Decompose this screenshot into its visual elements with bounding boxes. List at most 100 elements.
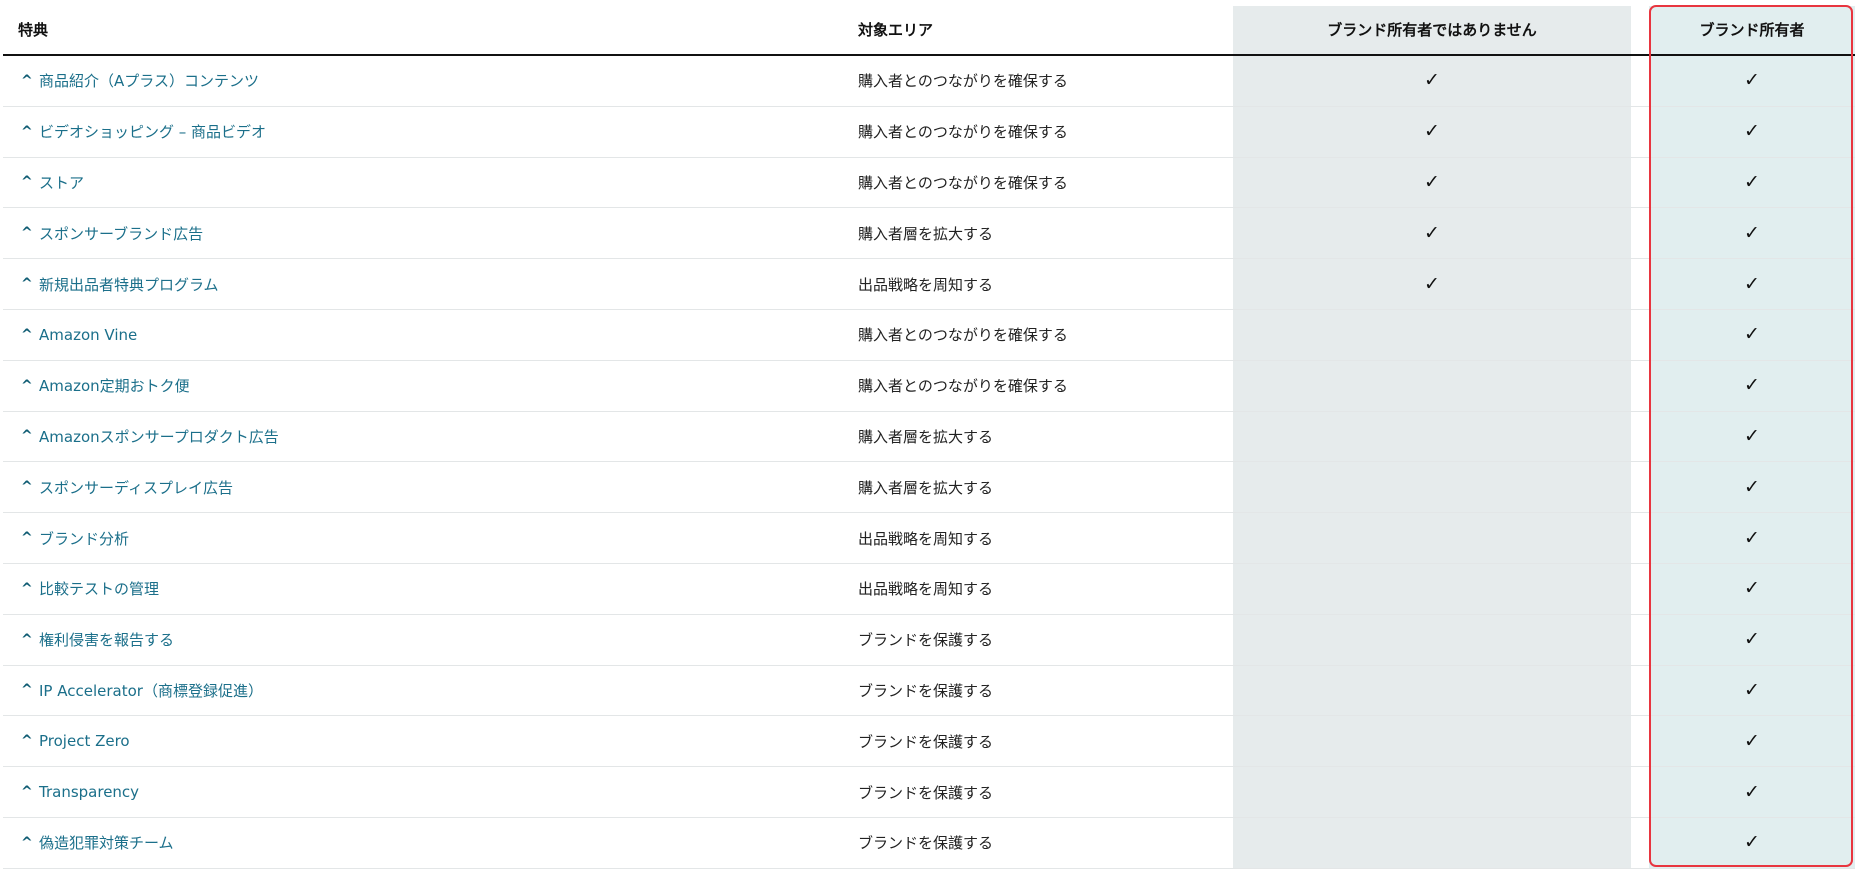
target-area: 出品戦略を周知する <box>858 529 994 548</box>
owner-cell: ✓ <box>1649 208 1855 258</box>
header-benefit: 特典 <box>18 21 49 39</box>
owner-cell: ✓ <box>1649 716 1855 766</box>
non-owner-cell <box>1233 564 1631 614</box>
benefit-label: Amazonスポンサープロダクト広告 <box>39 427 279 446</box>
target-area: ブランドを保護する <box>858 631 994 650</box>
caret-up-icon: ^ <box>21 377 33 394</box>
target-area: 購入者とのつながりを確保する <box>858 173 1068 192</box>
benefit-label: スポンサーブランド広告 <box>39 224 204 243</box>
benefit-expand-link[interactable]: ^ 比較テストの管理 <box>21 564 159 614</box>
table-row: ^ ストア 購入者とのつながりを確保する ✓ ✓ <box>3 158 1855 209</box>
non-owner-cell <box>1233 361 1631 411</box>
checkmark-icon: ✓ <box>1744 729 1760 752</box>
non-owner-cell <box>1233 513 1631 563</box>
checkmark-icon: ✓ <box>1744 831 1760 854</box>
checkmark-icon: ✓ <box>1744 628 1760 651</box>
owner-cell: ✓ <box>1649 158 1855 208</box>
benefit-expand-link[interactable]: ^ スポンサーブランド広告 <box>21 208 203 258</box>
owner-cell: ✓ <box>1649 818 1855 868</box>
caret-up-icon: ^ <box>21 276 33 293</box>
table-row: ^ 商品紹介（Aプラス）コンテンツ 購入者とのつながりを確保する ✓ ✓ <box>3 56 1855 107</box>
benefit-expand-link[interactable]: ^ Amazon Vine <box>21 310 137 360</box>
owner-cell: ✓ <box>1649 513 1855 563</box>
checkmark-icon: ✓ <box>1424 221 1440 244</box>
checkmark-icon: ✓ <box>1744 120 1760 143</box>
caret-up-icon: ^ <box>21 123 33 140</box>
checkmark-icon: ✓ <box>1744 475 1760 498</box>
benefit-label: Amazon Vine <box>39 325 138 344</box>
checkmark-icon: ✓ <box>1424 120 1440 143</box>
checkmark-icon: ✓ <box>1744 374 1760 397</box>
benefit-expand-link[interactable]: ^ Amazonスポンサープロダクト広告 <box>21 412 279 462</box>
table-row: ^ 偽造犯罪対策チーム ブランドを保護する ✓ <box>3 818 1855 869</box>
table-row: ^ Amazon Vine 購入者とのつながりを確保する ✓ <box>3 310 1855 361</box>
target-area: ブランドを保護する <box>858 834 994 853</box>
non-owner-cell <box>1233 462 1631 512</box>
owner-cell: ✓ <box>1649 615 1855 665</box>
caret-up-icon: ^ <box>21 733 33 750</box>
owner-cell: ✓ <box>1649 259 1855 309</box>
non-owner-cell <box>1233 818 1631 868</box>
caret-up-icon: ^ <box>21 326 33 343</box>
header-owner: ブランド所有者 <box>1699 21 1805 39</box>
benefit-expand-link[interactable]: ^ 商品紹介（Aプラス）コンテンツ <box>21 56 259 106</box>
caret-up-icon: ^ <box>21 479 33 496</box>
table-row: ^ スポンサーディスプレイ広告 購入者層を拡大する ✓ <box>3 462 1855 514</box>
owner-cell: ✓ <box>1649 412 1855 462</box>
checkmark-icon: ✓ <box>1744 780 1760 803</box>
non-owner-cell: ✓ <box>1233 208 1631 258</box>
target-area: ブランドを保護する <box>858 783 994 802</box>
benefit-expand-link[interactable]: ^ 新規出品者特典プログラム <box>21 259 219 309</box>
benefit-label: スポンサーディスプレイ広告 <box>39 478 233 497</box>
benefit-expand-link[interactable]: ^ 権利侵害を報告する <box>21 615 174 665</box>
target-area: 購入者とのつながりを確保する <box>858 326 1068 345</box>
checkmark-icon: ✓ <box>1424 170 1440 193</box>
benefit-label: ストア <box>39 173 85 192</box>
table-row: ^ Project Zero ブランドを保護する ✓ <box>3 716 1855 768</box>
benefit-expand-link[interactable]: ^ Amazon定期おトク便 <box>21 361 190 411</box>
caret-up-icon: ^ <box>21 631 33 648</box>
target-area: 購入者とのつながりを確保する <box>858 72 1068 91</box>
table-body: ^ 商品紹介（Aプラス）コンテンツ 購入者とのつながりを確保する ✓ ✓ ^ ビデオショッピ… <box>3 56 1855 869</box>
benefit-label: ブランド分析 <box>39 529 130 548</box>
benefit-expand-link[interactable]: ^ ビデオショッピング – 商品ビデオ <box>21 107 266 157</box>
checkmark-icon: ✓ <box>1744 577 1760 600</box>
benefit-expand-link[interactable]: ^ ブランド分析 <box>21 513 129 563</box>
header-non-owner: ブランド所有者ではありません <box>1327 21 1537 39</box>
benefit-expand-link[interactable]: ^ Transparency <box>21 767 139 817</box>
benefit-expand-link[interactable]: ^ IP Accelerator（商標登録促進） <box>21 666 263 716</box>
non-owner-cell: ✓ <box>1233 56 1631 106</box>
owner-cell: ✓ <box>1649 564 1855 614</box>
checkmark-icon: ✓ <box>1744 323 1760 346</box>
owner-cell: ✓ <box>1649 462 1855 512</box>
non-owner-cell <box>1233 767 1631 817</box>
target-area: 出品戦略を周知する <box>858 275 994 294</box>
benefit-expand-link[interactable]: ^ スポンサーディスプレイ広告 <box>21 462 233 512</box>
checkmark-icon: ✓ <box>1744 69 1760 92</box>
benefit-expand-link[interactable]: ^ ストア <box>21 158 84 208</box>
benefit-label: ビデオショッピング – 商品ビデオ <box>39 123 267 142</box>
non-owner-cell <box>1233 412 1631 462</box>
benefit-expand-link[interactable]: ^ 偽造犯罪対策チーム <box>21 818 174 868</box>
caret-up-icon: ^ <box>21 428 33 445</box>
caret-up-icon: ^ <box>21 784 33 801</box>
benefit-expand-link[interactable]: ^ Project Zero <box>21 716 130 766</box>
caret-up-icon: ^ <box>21 225 33 242</box>
target-area: 購入者層を拡大する <box>858 427 994 446</box>
non-owner-cell: ✓ <box>1233 158 1631 208</box>
target-area: 購入者とのつながりを確保する <box>858 123 1068 142</box>
non-owner-cell: ✓ <box>1233 259 1631 309</box>
owner-cell: ✓ <box>1649 361 1855 411</box>
owner-cell: ✓ <box>1649 107 1855 157</box>
owner-cell: ✓ <box>1649 767 1855 817</box>
checkmark-icon: ✓ <box>1744 526 1760 549</box>
table-row: ^ Amazonスポンサープロダクト広告 購入者層を拡大する ✓ <box>3 412 1855 463</box>
table-row: ^ スポンサーブランド広告 購入者層を拡大する ✓ ✓ <box>3 208 1855 260</box>
benefit-label: 偽造犯罪対策チーム <box>39 834 174 853</box>
checkmark-icon: ✓ <box>1744 678 1760 701</box>
table-row: ^ Amazon定期おトク便 購入者とのつながりを確保する ✓ <box>3 361 1855 412</box>
target-area: 出品戦略を周知する <box>858 580 994 599</box>
non-owner-cell <box>1233 615 1631 665</box>
benefit-label: Amazon定期おトク便 <box>39 377 190 396</box>
table-row: ^ ブランド分析 出品戦略を周知する ✓ <box>3 513 1855 564</box>
